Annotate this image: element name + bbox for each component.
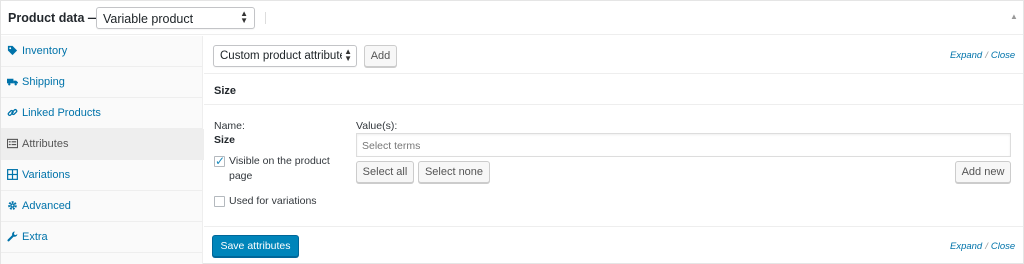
attribute-name-value: Size bbox=[214, 134, 236, 146]
select-terms-placeholder: Select terms bbox=[362, 140, 421, 152]
attributes-footer: Save attributes Expand / Close bbox=[204, 226, 1023, 264]
gear-icon bbox=[8, 201, 17, 210]
header-divider bbox=[265, 12, 266, 24]
expand-close-bottom: Expand / Close bbox=[950, 241, 1015, 252]
attribute-name-label: Name: bbox=[214, 120, 245, 132]
product-data-title: Product data — bbox=[8, 11, 101, 25]
save-attributes-button[interactable]: Save attributes bbox=[212, 235, 299, 257]
attribute-row-header[interactable]: Size bbox=[204, 75, 1023, 105]
sidebar-item-shipping[interactable]: Shipping bbox=[1, 67, 203, 98]
used-for-variations-label: Used for variations bbox=[229, 195, 317, 207]
sidebar-item-linked-products[interactable]: Linked Products bbox=[1, 98, 203, 129]
add-new-term-button[interactable]: Add new bbox=[955, 161, 1011, 183]
attribute-type-value: Custom product attribute bbox=[220, 50, 346, 62]
add-attribute-button[interactable]: Add bbox=[364, 45, 397, 67]
sidebar-item-label: Shipping bbox=[22, 76, 65, 88]
attributes-toolbar: Custom product attribute ▲ ▼ Add Expand / C… bbox=[204, 36, 1023, 74]
expand-link[interactable]: Expand bbox=[950, 241, 982, 252]
sidebar-item-attributes[interactable]: Attributes bbox=[1, 129, 204, 160]
select-terms-input[interactable]: Select terms bbox=[356, 133, 1011, 157]
product-type-value: Variable product bbox=[103, 12, 194, 26]
product-type-select[interactable]: Variable product ▲ ▼ bbox=[96, 7, 255, 29]
grid-icon bbox=[7, 169, 18, 180]
sidebar-item-label: Linked Products bbox=[22, 107, 101, 119]
truck-icon bbox=[7, 78, 18, 86]
link-icon bbox=[7, 109, 18, 116]
select-none-button[interactable]: Select none bbox=[418, 161, 490, 183]
select-arrows-icon: ▲ ▼ bbox=[240, 9, 248, 25]
select-arrows-icon: ▲ ▼ bbox=[342, 47, 352, 63]
collapse-toggle-icon[interactable]: ▲ bbox=[1010, 12, 1018, 21]
select-all-button[interactable]: Select all bbox=[356, 161, 414, 183]
values-label: Value(s): bbox=[356, 120, 398, 132]
checkmark-icon: ✓ bbox=[215, 154, 226, 168]
sidebar-item-label: Inventory bbox=[22, 45, 68, 57]
wrench-icon bbox=[7, 231, 18, 242]
expand-close-separator: / bbox=[985, 50, 988, 61]
sidebar-item-label: Attributes bbox=[22, 138, 69, 150]
product-data-panel: Product data — Variable product ▲ ▼ ▲ Inv… bbox=[0, 0, 1024, 264]
sidebar-item-inventory[interactable]: Inventory bbox=[1, 36, 203, 67]
visible-on-product-page-label: Visible on the product page bbox=[229, 155, 330, 182]
expand-close-separator: / bbox=[985, 241, 988, 252]
close-link[interactable]: Close bbox=[991, 241, 1015, 252]
attributes-panel: Custom product attribute ▲ ▼ Add Expand / C… bbox=[204, 36, 1023, 264]
product-data-header: Product data — Variable product ▲ ▼ ▲ bbox=[1, 1, 1023, 35]
sidebar-item-label: Variations bbox=[22, 169, 71, 181]
expand-close-top: Expand / Close bbox=[950, 50, 1015, 61]
sidebar-item-extra[interactable]: Extra bbox=[1, 222, 203, 253]
sidebar-item-variations[interactable]: Variations bbox=[1, 160, 203, 191]
tag-icon bbox=[7, 45, 18, 56]
visible-on-product-page-checkbox[interactable]: ✓ bbox=[214, 154, 226, 168]
list-icon bbox=[7, 138, 18, 149]
used-for-variations-checkbox[interactable] bbox=[214, 196, 225, 207]
attribute-heading: Size bbox=[214, 85, 237, 97]
sidebar-item-advanced[interactable]: Advanced bbox=[1, 191, 203, 222]
sidebar-item-label: Extra bbox=[22, 231, 48, 243]
attribute-type-select[interactable]: Custom product attribute ▲ ▼ bbox=[213, 45, 357, 67]
expand-link[interactable]: Expand bbox=[950, 50, 982, 61]
product-data-tabs: Inventory Shipping Linked Products Attri… bbox=[1, 36, 204, 264]
sidebar-item-label: Advanced bbox=[22, 200, 71, 212]
close-link[interactable]: Close bbox=[991, 50, 1015, 61]
